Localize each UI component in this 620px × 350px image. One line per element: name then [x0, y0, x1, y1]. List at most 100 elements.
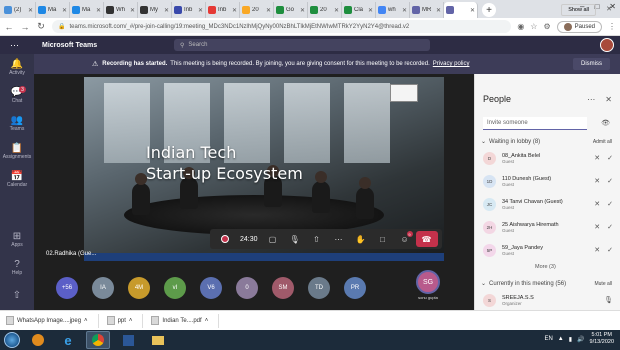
person-row[interactable]: S SREEJA.S.S Organizer 🎙: [483, 290, 613, 310]
camera-icon[interactable]: ▢: [262, 230, 284, 248]
tab-close-icon[interactable]: ✕: [266, 7, 271, 14]
tab-close-icon[interactable]: ✕: [232, 7, 237, 14]
tab-close-icon[interactable]: ✕: [130, 7, 135, 14]
more-actions-icon[interactable]: ⋯: [328, 230, 350, 248]
meeting-section-header[interactable]: ⌄ Currently in this meeting (56): [481, 280, 566, 288]
rail-item-apps[interactable]: ⊞ Apps: [0, 226, 34, 254]
media-player-icon[interactable]: [26, 331, 50, 349]
mute-all-button[interactable]: Mute all: [594, 281, 612, 287]
reload-icon[interactable]: ↻: [36, 21, 46, 32]
self-view-thumbnail[interactable]: [390, 84, 418, 102]
download-item[interactable]: Indian Te....pdf ˄: [151, 313, 220, 328]
admit-icon[interactable]: ✓: [607, 177, 613, 185]
admit-all-button[interactable]: Admit all: [593, 139, 612, 145]
participant-avatar[interactable]: IA: [92, 277, 114, 299]
participant-avatar[interactable]: vI: [164, 277, 186, 299]
menu-icon[interactable]: ⋮: [608, 22, 616, 31]
browser-tab[interactable]: Ma ✕: [36, 2, 70, 18]
tab-close-icon[interactable]: ✕: [198, 7, 203, 14]
participant-avatar[interactable]: +56: [56, 277, 78, 299]
share-screen-icon[interactable]: ⇧: [306, 230, 328, 248]
cast-icon[interactable]: ◉: [517, 22, 524, 31]
participant-avatar[interactable]: V6: [200, 277, 222, 299]
presenter-tile[interactable]: SG sonu gupta: [413, 270, 443, 304]
deny-icon[interactable]: ✕: [594, 177, 600, 185]
hang-up-button[interactable]: ☎: [415, 231, 438, 247]
microphone-icon[interactable]: 🎙: [604, 296, 613, 304]
browser-tab[interactable]: 20 ✕: [240, 2, 274, 18]
back-icon[interactable]: ←: [4, 22, 14, 32]
browser-tab[interactable]: Ma ✕: [70, 2, 104, 18]
tab-close-icon[interactable]: ✕: [334, 7, 339, 14]
close-downloads-icon[interactable]: ✕: [606, 5, 612, 13]
privacy-policy-link[interactable]: Privacy policy: [433, 61, 470, 67]
start-button[interactable]: [4, 332, 20, 348]
tab-close-icon[interactable]: ✕: [164, 7, 169, 14]
browser-tab[interactable]: Inb ✕: [206, 2, 240, 18]
deny-icon[interactable]: ✕: [594, 200, 600, 208]
profile-button[interactable]: Paused: [556, 20, 602, 33]
tab-close-icon[interactable]: ✕: [402, 7, 407, 14]
rail-item-teams[interactable]: 👥 Teams: [0, 110, 34, 138]
browser-tab[interactable]: MR ✕: [410, 2, 444, 18]
close-pane-icon[interactable]: ✕: [605, 95, 612, 104]
tab-close-icon[interactable]: ✕: [470, 7, 475, 14]
microphone-icon[interactable]: 🎙: [284, 230, 306, 248]
chrome-icon[interactable]: [86, 331, 110, 349]
tab-close-icon[interactable]: ✕: [300, 7, 305, 14]
more-options-icon[interactable]: ⋯: [587, 95, 595, 104]
admit-icon[interactable]: ✓: [607, 154, 613, 162]
internet-explorer-icon[interactable]: e: [56, 331, 80, 349]
rail-item-upload[interactable]: ⇧: [0, 282, 34, 310]
tab-close-icon[interactable]: ✕: [436, 7, 441, 14]
browser-tab[interactable]: Cla ✕: [342, 2, 376, 18]
show-hidden-icons-icon[interactable]: ▲: [558, 336, 564, 342]
participants-icon[interactable]: ☺ 9: [394, 230, 416, 248]
browser-tab[interactable]: My ✕: [138, 2, 172, 18]
chat-toggle-icon[interactable]: □: [372, 230, 394, 248]
word-icon[interactable]: [116, 331, 140, 349]
app-launcher-icon[interactable]: ⋯: [10, 40, 30, 51]
deny-icon[interactable]: ✕: [594, 223, 600, 231]
star-icon[interactable]: ☆: [530, 22, 537, 31]
tab-close-icon[interactable]: ✕: [368, 7, 373, 14]
share-link-icon[interactable]: 👁: [601, 119, 610, 127]
browser-tab[interactable]: (2) ✕: [2, 2, 36, 18]
new-tab-icon[interactable]: +: [482, 3, 496, 17]
admit-icon[interactable]: ✓: [607, 200, 613, 208]
admit-icon[interactable]: ✓: [607, 246, 613, 254]
download-item[interactable]: ppt ˄: [106, 313, 144, 328]
browser-tab[interactable]: wh ✕: [376, 2, 410, 18]
lobby-section-header[interactable]: ⌄ Waiting in lobby (8): [481, 138, 540, 146]
tab-close-icon[interactable]: ✕: [62, 7, 67, 14]
tab-close-icon[interactable]: ✕: [96, 7, 101, 14]
rail-item-chat[interactable]: 💬 Chat 3: [0, 82, 34, 110]
browser-tab[interactable]: 20 ✕: [308, 2, 342, 18]
person-row[interactable]: 5P 59_Jaya Pandey Guest ✕ ✓: [483, 240, 613, 260]
person-row[interactable]: D 08_Ankita Belel Guest ✕ ✓: [483, 148, 613, 168]
raise-hand-icon[interactable]: ✋: [350, 230, 372, 248]
rail-item-activity[interactable]: 🔔 Activity: [0, 54, 34, 82]
deny-icon[interactable]: ✕: [594, 154, 600, 162]
chevron-up-icon[interactable]: ˄: [84, 318, 88, 324]
url-input[interactable]: 🔒 teams.microsoft.com/_#/pre-join-callin…: [52, 20, 512, 33]
person-row[interactable]: 1D 110 Dunesh (Guest) Guest ✕ ✓: [483, 171, 613, 191]
tab-close-icon[interactable]: ✕: [28, 7, 33, 14]
participant-avatar[interactable]: 4M: [128, 277, 150, 299]
rail-item-assignments[interactable]: 📋 Assignments: [0, 138, 34, 166]
search-input[interactable]: ⚲ Search: [174, 39, 430, 51]
deny-icon[interactable]: ✕: [594, 246, 600, 254]
chevron-up-icon[interactable]: ˄: [205, 318, 209, 324]
browser-tab[interactable]: Go ✕: [274, 2, 308, 18]
admit-icon[interactable]: ✓: [607, 223, 613, 231]
network-icon[interactable]: ▮: [569, 336, 572, 343]
chevron-up-icon[interactable]: ˄: [129, 318, 133, 324]
invite-input[interactable]: Invite someone: [483, 117, 587, 130]
volume-icon[interactable]: 🔊: [577, 336, 584, 343]
forward-icon[interactable]: →: [20, 22, 30, 32]
browser-tab-active[interactable]: ✕: [444, 2, 478, 18]
browser-tab[interactable]: Inb ✕: [172, 2, 206, 18]
participant-avatar[interactable]: TD: [308, 277, 330, 299]
person-row[interactable]: 2H 25 Aishwarya Hiremath Guest ✕ ✓: [483, 217, 613, 237]
download-item[interactable]: WhatsApp Image....jpeg ˄: [6, 313, 99, 328]
